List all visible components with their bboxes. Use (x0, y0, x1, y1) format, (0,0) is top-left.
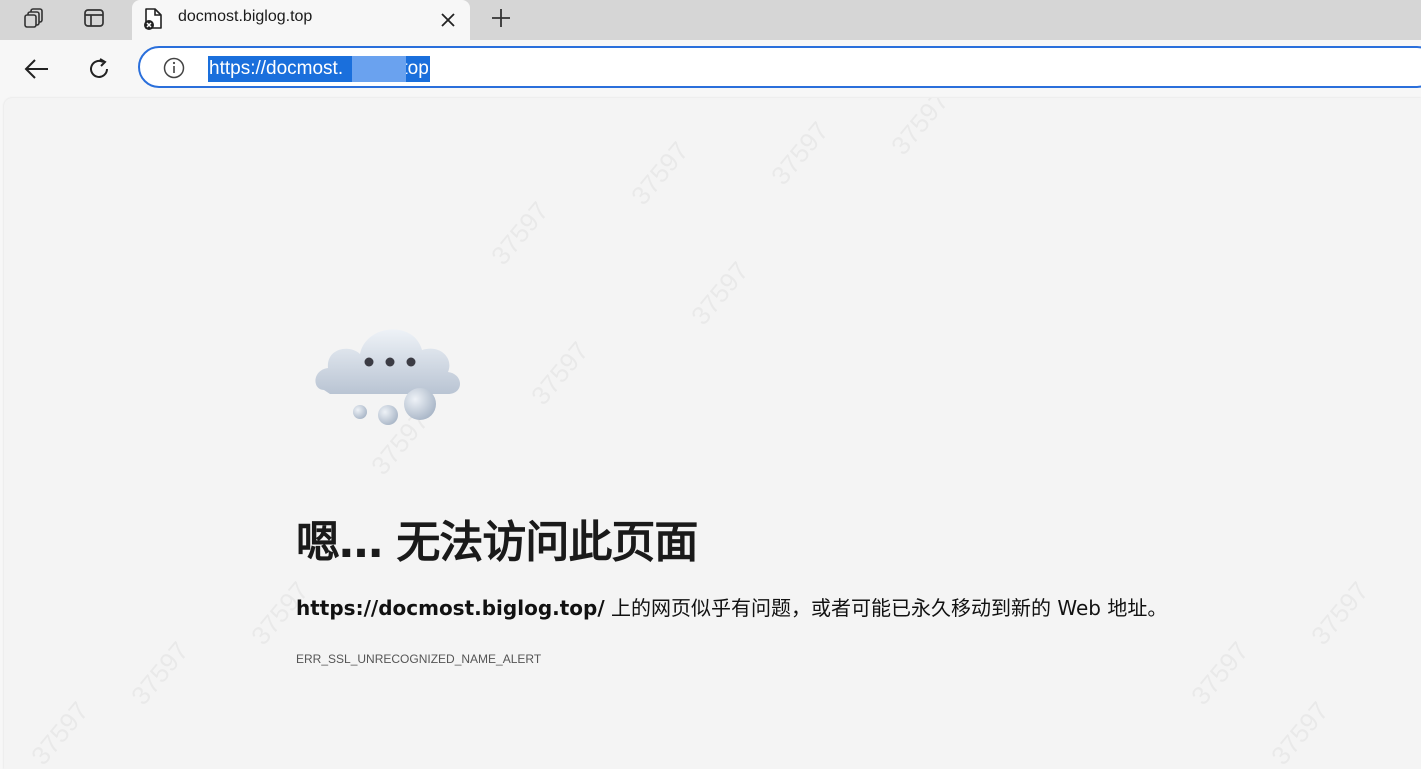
workspaces-button[interactable] (18, 4, 50, 32)
error-url: https://docmost.biglog.top/ (296, 596, 605, 620)
browser-window: docmost.biglog.top https://docmost. .top… (0, 0, 1421, 769)
error-page-icon (144, 8, 162, 30)
reload-icon (90, 58, 108, 78)
watermark: 37597 (485, 196, 555, 271)
error-description: 上的网页似乎有问题，或者可能已永久移动到新的 Web 地址。 (604, 596, 1168, 620)
watermark: 37597 (125, 636, 195, 711)
error-code: ERR_SSL_UNRECOGNIZED_NAME_ALERT (296, 652, 542, 666)
plus-icon (492, 9, 510, 27)
error-page: 37597 37597 37597 37597 37597 37597 3759… (4, 98, 1421, 769)
vertical-tabs-button[interactable] (78, 4, 110, 32)
tab-title: docmost.biglog.top (178, 8, 313, 25)
tab-close-button[interactable] (436, 8, 460, 32)
url-text[interactable]: https://docmost. .top (208, 56, 430, 82)
watermark: 37597 (1305, 576, 1375, 651)
watermark: 37597 (1265, 696, 1335, 769)
url-visible-start: https://docmost. (209, 58, 344, 79)
tab-actions-icon (84, 9, 104, 27)
workspaces-icon (24, 8, 43, 28)
address-bar[interactable]: https://docmost. .top (138, 46, 1421, 88)
site-info-button[interactable] (162, 57, 186, 79)
watermark: 37597 (625, 136, 695, 211)
redaction-mark (352, 56, 406, 82)
watermark: 37597 (765, 116, 835, 191)
cloud-thinking-icon (315, 329, 460, 425)
back-arrow-icon (24, 59, 48, 79)
watermark: 37597 (885, 98, 955, 161)
watermark: 37597 (685, 256, 755, 331)
reload-button[interactable] (82, 52, 116, 86)
back-button[interactable] (20, 52, 54, 86)
watermark: 37597 (25, 696, 95, 769)
error-message: https://docmost.biglog.top/ 上的网页似乎有问题，或者… (296, 592, 1167, 621)
watermark: 37597 (525, 336, 595, 411)
tab-active[interactable]: docmost.biglog.top (132, 0, 470, 40)
tab-strip: docmost.biglog.top (0, 0, 1421, 40)
toolbar: https://docmost. .top (0, 40, 1421, 98)
new-tab-button[interactable] (486, 4, 516, 32)
close-icon (441, 13, 455, 27)
error-heading: 嗯… 无法访问此页面 (296, 517, 698, 568)
info-icon (163, 57, 185, 79)
watermark: 37597 (1185, 636, 1255, 711)
